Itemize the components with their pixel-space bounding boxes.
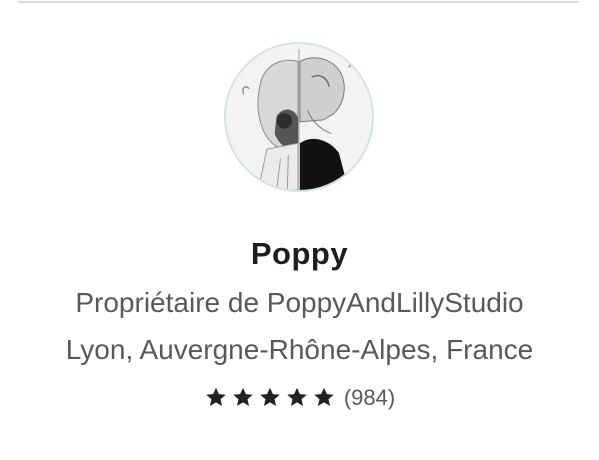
star-icon: [206, 387, 226, 406]
review-count[interactable]: (984): [344, 385, 395, 411]
rating-stars: [204, 386, 336, 410]
rating-summary[interactable]: (984): [0, 381, 599, 415]
star-icon: [314, 387, 334, 406]
star-icon: [260, 387, 280, 406]
avatar-illustration-icon: [226, 44, 372, 190]
shop-owner-profile: Poppy Propriétaire de PoppyAndLillyStudi…: [0, 0, 599, 460]
star-icon: [233, 387, 253, 406]
shop-owner-role: Propriétaire de PoppyAndLillyStudio: [75, 287, 524, 318]
profile-location: Lyon, Auvergne-Rhône-Alpes, France: [65, 334, 534, 365]
profile-name[interactable]: Poppy: [0, 236, 599, 272]
star-icon: [287, 387, 307, 406]
avatar[interactable]: [224, 42, 374, 192]
